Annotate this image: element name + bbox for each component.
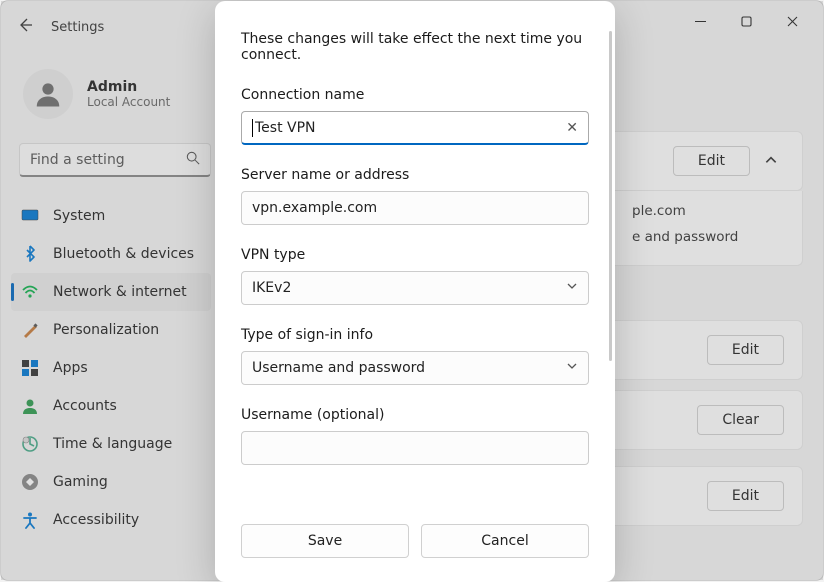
connection-name-input[interactable]: Test VPN ✕ [241,111,589,145]
connection-name-label: Connection name [241,87,589,103]
chevron-down-icon [566,360,578,376]
dialog-footer: Save Cancel [215,506,615,582]
signin-info-select[interactable]: Username and password [241,351,589,385]
vpn-type-label: VPN type [241,247,589,263]
server-address-input[interactable]: vpn.example.com [241,191,589,225]
scrollbar[interactable] [609,31,612,361]
clear-input-icon[interactable]: ✕ [566,120,578,136]
server-address-label: Server name or address [241,167,589,183]
cancel-button[interactable]: Cancel [421,524,589,558]
dialog-description: These changes will take effect the next … [241,31,589,63]
chevron-down-icon [566,280,578,296]
save-button[interactable]: Save [241,524,409,558]
edit-vpn-dialog: These changes will take effect the next … [215,1,615,582]
signin-info-label: Type of sign-in info [241,327,589,343]
username-input[interactable] [241,431,589,465]
vpn-type-select[interactable]: IKEv2 [241,271,589,305]
username-label: Username (optional) [241,407,589,423]
